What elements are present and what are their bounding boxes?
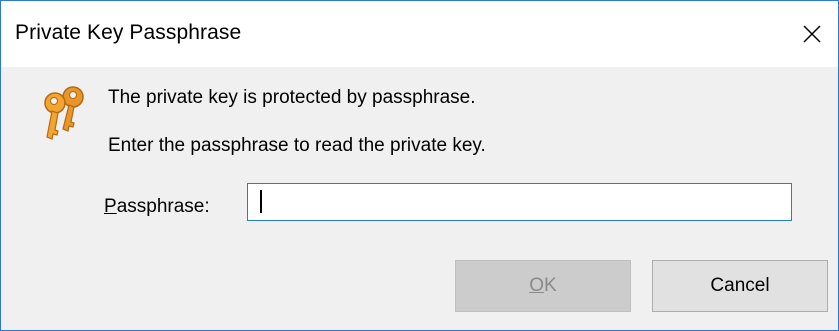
ok-button[interactable]: OK: [455, 260, 631, 312]
dialog-title: Private Key Passphrase: [15, 21, 242, 44]
passphrase-label-accelerator: P: [104, 196, 117, 217]
passphrase-label-rest: assphrase:: [116, 196, 210, 217]
title-bar: Private Key Passphrase: [1, 1, 838, 67]
passphrase-input[interactable]: [247, 183, 792, 221]
ok-label-rest: K: [544, 275, 557, 296]
cancel-button[interactable]: Cancel: [652, 260, 828, 312]
close-icon: [803, 25, 821, 43]
instruction-message: Enter the passphrase to read the private…: [108, 135, 486, 156]
dialog-body: The private key is protected by passphra…: [1, 67, 838, 330]
protected-message: The private key is protected by passphra…: [108, 87, 476, 108]
close-button[interactable]: [786, 1, 838, 67]
passphrase-label: Passphrase:: [104, 196, 210, 218]
ok-label-accelerator: O: [529, 275, 545, 296]
text-caret: [260, 190, 262, 213]
keys-icon: [44, 86, 84, 140]
private-key-passphrase-dialog: Private Key Passphrase The private key i: [0, 0, 839, 331]
